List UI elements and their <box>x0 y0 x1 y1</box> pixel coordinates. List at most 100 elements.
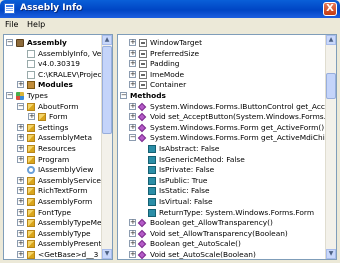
expand-icon[interactable]: + <box>17 134 24 142</box>
left-scrollbar[interactable]: ▲ ▼ <box>101 35 112 259</box>
scroll-thumb[interactable] <box>326 73 336 99</box>
tree-node[interactable]: + AssemblyMeta <box>4 133 101 143</box>
class-icon <box>27 219 35 228</box>
expand-icon[interactable]: + <box>129 60 136 68</box>
scroll-up-arrow-icon[interactable]: ▲ <box>102 35 112 45</box>
expand-icon[interactable]: + <box>17 187 24 195</box>
expand-icon[interactable]: + <box>129 240 136 248</box>
tree-node-label: Program <box>38 154 70 164</box>
expand-icon[interactable]: + <box>17 240 24 248</box>
expand-icon[interactable]: + <box>129 70 136 78</box>
expand-icon[interactable]: + <box>17 229 24 237</box>
expand-icon[interactable]: + <box>129 49 136 57</box>
expand-icon[interactable]: + <box>17 176 24 184</box>
tree-node[interactable]: + Program <box>4 155 101 165</box>
expand-icon[interactable]: + <box>17 145 24 152</box>
close-button[interactable]: X <box>323 2 337 16</box>
tree-node[interactable]: + PreferredSize <box>118 49 325 59</box>
collapse-icon[interactable]: − <box>6 39 13 46</box>
members-tree-pane[interactable]: + WindowTarget + PreferredSize + Padding + ImeM… <box>117 34 337 260</box>
assembly-icon <box>16 39 24 47</box>
scroll-down-arrow-icon[interactable]: ▼ <box>102 249 112 259</box>
tree-node[interactable]: + Void set_AcceptButton(System.Windows.Fo… <box>118 112 336 122</box>
assembly-tree-pane[interactable]: − Assembly AssemblyInfo, Version=v4.0.3031… <box>3 34 113 260</box>
tree-node[interactable]: + AssemblyService <box>4 176 101 186</box>
expand-icon[interactable]: + <box>17 219 24 227</box>
tree-node-label: IsPublic: True <box>159 175 208 185</box>
expand-icon[interactable]: + <box>129 113 136 121</box>
expand-icon[interactable]: + <box>28 113 35 121</box>
tree-node[interactable]: IsVirtual: False <box>118 197 325 207</box>
tree-node[interactable]: + System.Windows.Forms.Form get_ActiveFor… <box>118 123 325 133</box>
tree-node[interactable]: + Resources <box>4 144 101 154</box>
tree-node-label: Boolean get_AllowTransparency() <box>150 218 273 228</box>
expand-icon[interactable]: + <box>17 81 24 89</box>
tree-node[interactable]: IsGenericMethod: False <box>118 155 325 165</box>
tree-node[interactable]: C:\KRALEV\Projects\W <box>4 70 112 80</box>
property-icon <box>139 49 147 58</box>
tree-node[interactable]: IsStatic: False <box>118 186 325 196</box>
menu-file[interactable]: File <box>5 20 18 29</box>
tree-node[interactable]: − System.Windows.Forms.Form get_ActiveMdi… <box>118 133 336 143</box>
expand-icon[interactable]: + <box>17 208 24 216</box>
tree-node[interactable]: + AssemblyType <box>4 229 101 239</box>
tree-node-label: System.Windows.Forms.Form get_ActiveForm… <box>150 122 325 132</box>
scroll-thumb[interactable] <box>102 46 112 134</box>
tree-node[interactable]: + Container <box>118 80 325 90</box>
scroll-down-arrow-icon[interactable]: ▼ <box>326 249 336 259</box>
tree-node[interactable]: v4.0.30319 <box>4 59 101 69</box>
expand-icon[interactable]: + <box>129 81 136 89</box>
collapse-icon[interactable]: − <box>17 102 24 110</box>
tree-node[interactable]: − Assembly <box>4 38 101 48</box>
tree-node[interactable]: + System.Windows.Forms.IButtonControl get… <box>118 102 336 112</box>
tree-node[interactable]: + Form <box>4 112 101 122</box>
tree-node[interactable]: IsPublic: True <box>118 176 325 186</box>
expand-icon[interactable]: + <box>17 251 24 258</box>
tree-node[interactable]: − Methods <box>118 91 325 101</box>
collapse-icon[interactable]: − <box>6 92 13 99</box>
tree-node[interactable]: + AssemblyPresenter <box>4 239 109 249</box>
tree-node[interactable]: − AboutForm <box>4 102 101 112</box>
expand-icon[interactable]: + <box>17 123 24 131</box>
expand-icon[interactable]: + <box>17 198 24 205</box>
expand-icon[interactable]: + <box>129 229 136 237</box>
collapse-icon[interactable]: − <box>120 92 127 99</box>
tree-node[interactable]: ReturnType: System.Windows.Forms.Form <box>118 208 325 218</box>
tree-node[interactable]: + <GetBase>d__3 <box>4 250 101 259</box>
tree-node[interactable]: +AssemblyTypeMembers <box>4 218 112 228</box>
collapse-icon[interactable]: − <box>129 134 136 142</box>
tree-node[interactable]: + Void set_AutoScale(Boolean) <box>118 250 325 259</box>
tree-node[interactable]: IsAbstract: False <box>118 144 325 154</box>
tree-node[interactable]: + Settings <box>4 123 101 133</box>
tree-node[interactable]: − Types <box>4 91 101 101</box>
expand-icon[interactable]: + <box>129 219 136 227</box>
tree-node[interactable]: + FontType <box>4 208 101 218</box>
tree-node[interactable]: IsPrivate: False <box>118 165 325 175</box>
tree-node[interactable]: + AssemblyForm <box>4 197 101 207</box>
title-bar[interactable]: Assebly Info X <box>0 0 340 18</box>
tree-node-label: IsGenericMethod: False <box>159 154 245 164</box>
tree-node-label: RichTextForm <box>38 186 88 196</box>
tree-node[interactable]: + Boolean get_AllowTransparency() <box>118 218 325 228</box>
tree-node-label: Void set_AllowTransparency(Boolean) <box>150 228 288 238</box>
window-title: Assebly Info <box>20 3 83 13</box>
expand-icon[interactable]: + <box>129 123 136 131</box>
tree-node[interactable]: + Modules <box>4 80 101 90</box>
expand-icon[interactable]: + <box>17 155 24 163</box>
expand-icon[interactable]: + <box>129 251 136 258</box>
right-scrollbar[interactable]: ▲ ▼ <box>325 35 336 259</box>
tree-node[interactable]: + ImeMode <box>118 70 325 80</box>
tree-node[interactable]: + Boolean get_AutoScale() <box>118 239 325 249</box>
tree-node[interactable]: + WindowTarget <box>118 38 325 48</box>
scroll-up-arrow-icon[interactable]: ▲ <box>326 35 336 45</box>
tree-node[interactable]: IAssemblyView <box>4 165 101 175</box>
tree-node[interactable]: + RichTextForm <box>4 186 101 196</box>
info-icon <box>27 60 35 69</box>
menu-help[interactable]: Help <box>27 20 45 29</box>
expand-icon[interactable]: + <box>129 39 136 46</box>
class-icon <box>38 113 46 122</box>
expand-icon[interactable]: + <box>129 102 136 110</box>
tree-node[interactable]: AssemblyInfo, Version= <box>4 49 112 59</box>
tree-node[interactable]: + Void set_AllowTransparency(Boolean) <box>118 229 325 239</box>
tree-node[interactable]: + Padding <box>118 59 325 69</box>
